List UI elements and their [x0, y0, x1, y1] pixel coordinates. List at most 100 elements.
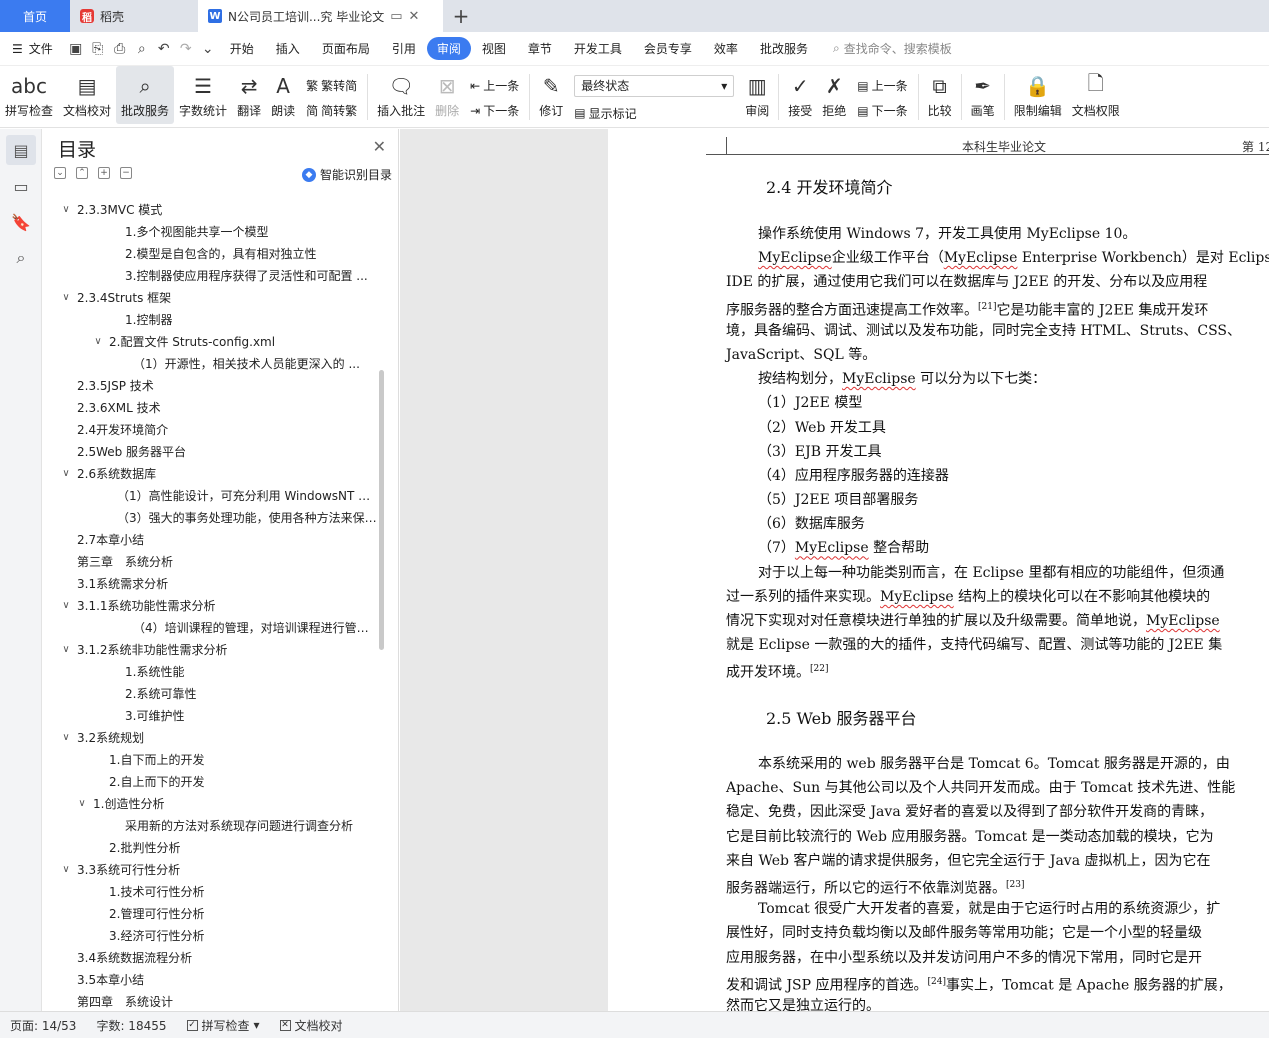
document-proof-button[interactable]: ▤ 文档校对: [58, 66, 116, 124]
spell-check-status[interactable]: ✓ 拼写检查 ▾: [177, 1017, 270, 1034]
toc-item[interactable]: ∨ 1.创造性分析: [44, 792, 379, 814]
toc-item[interactable]: 2.自上而下的开发: [44, 770, 379, 792]
word-count-button[interactable]: ☰ 字数统计: [174, 66, 232, 124]
smart-toc-button[interactable]: ◆ 智能识别目录: [301, 166, 392, 183]
menu-review[interactable]: 审阅: [426, 37, 471, 60]
menu-correction[interactable]: 批改服务: [749, 40, 819, 57]
review-service-button[interactable]: ⌕ 批改服务: [116, 66, 175, 124]
insert-comment-button[interactable]: 🗨 插入批注: [372, 66, 430, 124]
find-icon[interactable]: ⌕: [6, 243, 36, 273]
collapse-all-icon[interactable]: −: [120, 167, 132, 179]
prev-change-button[interactable]: ▤ 上一条: [857, 77, 907, 94]
toc-item[interactable]: 2.7本章小结: [44, 528, 379, 550]
compare-button[interactable]: ⧉ 比较: [923, 66, 957, 124]
bookmark-icon[interactable]: 🔖: [6, 207, 36, 237]
toc-item[interactable]: 3.经济可行性分析: [44, 924, 379, 946]
toc-item[interactable]: ∨ 3.3系统可行性分析: [44, 858, 379, 880]
toc-item[interactable]: 3.控制器使应用程序获得了灵活性和可配置 ...: [44, 264, 379, 286]
toc-item[interactable]: 第三章 系统分析: [44, 550, 379, 572]
toc-item[interactable]: ∨ 3.1.2系统非功能性需求分析: [44, 638, 379, 660]
expand-toggle-icon[interactable]: ∨: [60, 644, 72, 655]
toc-item[interactable]: 3.可维护性: [44, 704, 379, 726]
review-pane-button[interactable]: ▥ 审阅: [740, 66, 774, 124]
next-change-button[interactable]: ▤ 下一条: [857, 102, 907, 119]
toc-item[interactable]: 2.5Web 服务器平台: [44, 440, 379, 462]
expand-toggle-icon[interactable]: ∨: [60, 292, 72, 303]
undo-icon[interactable]: ↶: [153, 41, 175, 57]
document-permission-button[interactable]: 🗋 文档权限: [1067, 66, 1125, 124]
expand-all-icon[interactable]: +: [98, 167, 110, 179]
toc-item[interactable]: 3.5本章小结: [44, 968, 379, 990]
toc-item[interactable]: 2.管理可行性分析: [44, 902, 379, 924]
toc-item[interactable]: ∨ 2.3.4Struts 框架: [44, 286, 379, 308]
tab-close-icon[interactable]: ✕: [409, 9, 420, 24]
toc-item[interactable]: 3.4系统数据流程分析: [44, 946, 379, 968]
toc-item[interactable]: （1）开源性，相关技术人员能更深入的 ...: [44, 352, 379, 374]
toc-item[interactable]: ∨ 3.1.1系统功能性需求分析: [44, 594, 379, 616]
save-icon[interactable]: ▣: [65, 41, 87, 57]
expand-toggle-icon[interactable]: ∨: [60, 732, 72, 743]
next-comment-button[interactable]: ⇥ 下一条: [470, 102, 519, 119]
expand-toggle-icon[interactable]: ∨: [92, 336, 104, 347]
menu-view[interactable]: 视图: [471, 40, 517, 57]
toc-item[interactable]: 第四章 系统设计: [44, 990, 379, 1011]
tab-home[interactable]: 首页: [0, 0, 70, 32]
command-search[interactable]: ⌕ 查找命令、搜索模板: [833, 40, 952, 57]
track-changes-button[interactable]: ✎ 修订: [534, 66, 568, 124]
simp-to-trad-button[interactable]: 简简转繁: [306, 102, 357, 119]
pen-button[interactable]: ✒ 画笔: [966, 66, 1000, 124]
toc-item[interactable]: 2.批判性分析: [44, 836, 379, 858]
display-state-select[interactable]: 最终状态 ▾: [574, 74, 735, 97]
toc-item[interactable]: 2.系统可靠性: [44, 682, 379, 704]
menu-member[interactable]: 会员专享: [633, 40, 703, 57]
chapter-nav-icon[interactable]: ▭: [6, 171, 36, 201]
word-count-indicator[interactable]: 字数: 18455: [86, 1017, 176, 1034]
print-icon[interactable]: ⎙: [109, 41, 131, 57]
file-menu[interactable]: ☰ 文件: [0, 40, 65, 57]
expand-toggle-icon[interactable]: ∨: [60, 204, 72, 215]
toc-item[interactable]: 2.模型是自包含的，具有相对独立性: [44, 242, 379, 264]
toc-scrollbar[interactable]: [379, 370, 384, 650]
spell-check-button[interactable]: abc 拼写检查: [0, 66, 58, 124]
menu-efficiency[interactable]: 效率: [703, 40, 749, 57]
toc-item[interactable]: 2.3.6XML 技术: [44, 396, 379, 418]
expand-toggle-icon[interactable]: ∨: [76, 798, 88, 809]
toc-item[interactable]: （1）高性能设计，可充分利用 WindowsNT 的 ...: [44, 484, 379, 506]
toc-item[interactable]: 1.技术可行性分析: [44, 880, 379, 902]
toc-item[interactable]: ∨ 2.3.3MVC 模式: [44, 198, 379, 220]
toc-item[interactable]: 1.控制器: [44, 308, 379, 330]
toc-item[interactable]: ∨ 3.2系统规划: [44, 726, 379, 748]
menu-page-layout[interactable]: 页面布局: [311, 40, 381, 57]
toc-item[interactable]: 2.4开发环境简介: [44, 418, 379, 440]
toc-item[interactable]: 1.自下而上的开发: [44, 748, 379, 770]
prev-comment-button[interactable]: ⇤ 上一条: [470, 77, 519, 94]
expand-toggle-icon[interactable]: ∨: [60, 864, 72, 875]
menu-section[interactable]: 章节: [517, 40, 563, 57]
toc-item[interactable]: （3）强大的事务处理功能，使用各种方法来保 ...: [44, 506, 379, 528]
expand-toggle-icon[interactable]: ∨: [60, 600, 72, 611]
accept-button[interactable]: ✓ 接受: [783, 66, 817, 124]
print-preview-icon[interactable]: ⌕: [131, 41, 153, 57]
read-aloud-button[interactable]: A 朗读: [266, 66, 300, 124]
quick-access-more-icon[interactable]: ⌄: [197, 41, 219, 57]
toc-item[interactable]: 2.3.5JSP 技术: [44, 374, 379, 396]
reject-button[interactable]: ✗ 拒绝: [817, 66, 851, 124]
expand-toggle-icon[interactable]: ∨: [60, 468, 72, 479]
restrict-editing-button[interactable]: 🔒 限制编辑: [1009, 66, 1067, 124]
tab-document[interactable]: W N公司员工培训...究 毕业论文 ▭ ✕: [198, 0, 443, 32]
redo-icon[interactable]: ↷: [175, 41, 197, 57]
menu-insert[interactable]: 插入: [265, 40, 311, 57]
toc-item[interactable]: ∨ 2.配置文件 Struts-config.xml: [44, 330, 379, 352]
toc-nav-icon[interactable]: ▤: [6, 135, 36, 165]
collapse-up-icon[interactable]: ⌃: [76, 167, 88, 179]
proof-status[interactable]: ✕ 文档校对: [270, 1017, 353, 1034]
show-markup-button[interactable]: ▤ 显示标记: [574, 105, 734, 122]
translate-button[interactable]: ⇄ 翻译: [232, 66, 266, 124]
toc-item[interactable]: 3.1系统需求分析: [44, 572, 379, 594]
toc-item[interactable]: 1.系统性能: [44, 660, 379, 682]
toc-item[interactable]: （4）培训课程的管理，对培训课程进行管理 ...: [44, 616, 379, 638]
menu-references[interactable]: 引用: [381, 40, 427, 57]
tab-restore-icon[interactable]: ▭: [390, 9, 402, 24]
trad-to-simp-button[interactable]: 繁繁转简: [306, 77, 357, 94]
toc-item[interactable]: 采用新的方法对系统现存问题进行调查分析: [44, 814, 379, 836]
